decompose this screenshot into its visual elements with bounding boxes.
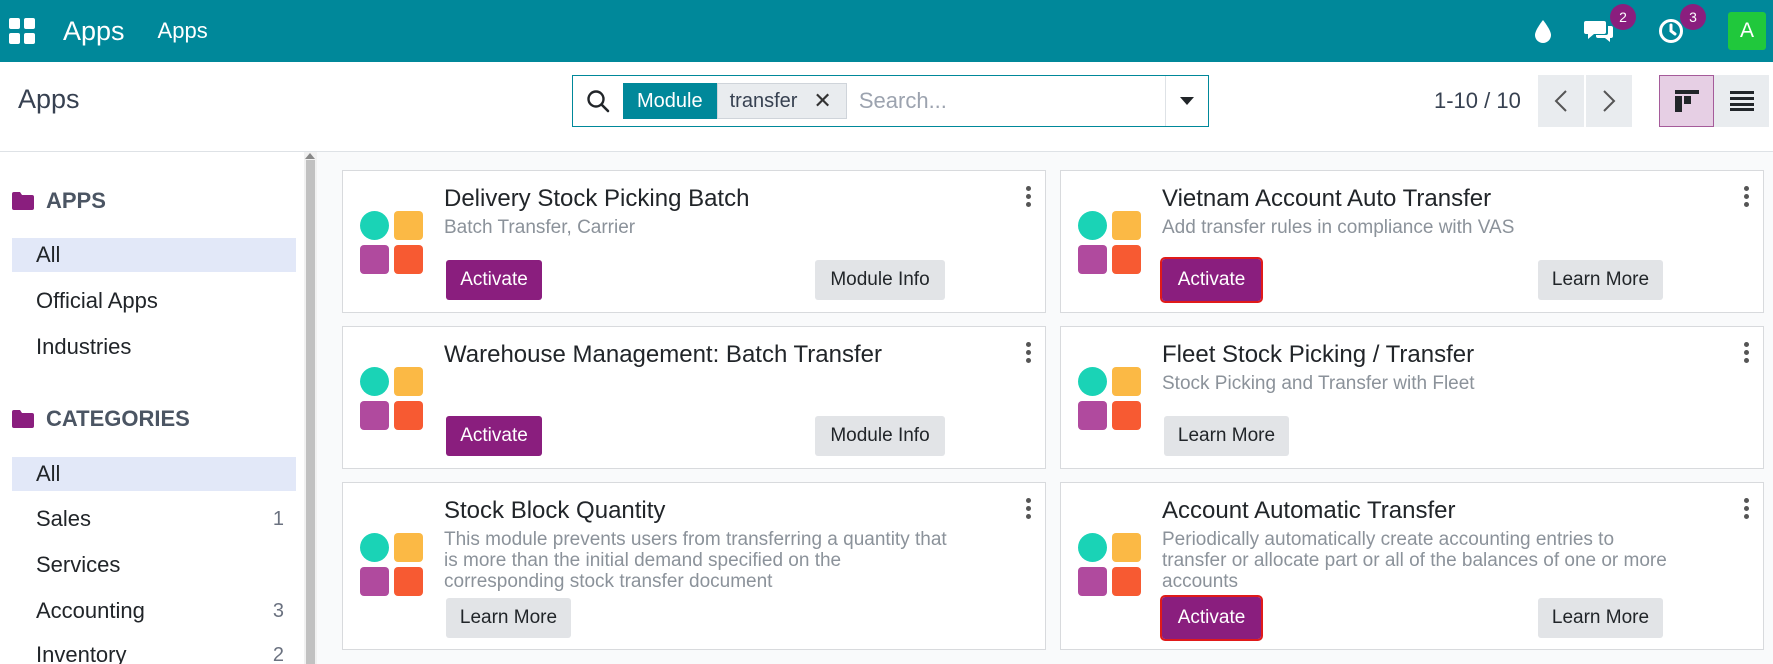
kebab-menu-icon[interactable] [1026, 186, 1032, 210]
module-info-button[interactable]: Module Info [815, 260, 945, 300]
category-count: 1 [272, 507, 284, 530]
apps-header-label: APPS [46, 188, 106, 213]
app-logo [1078, 533, 1144, 599]
app-card: Stock Block Quantity This module prevent… [342, 482, 1046, 650]
list-view-button[interactable] [1714, 75, 1769, 127]
category-label: Sales [36, 506, 92, 531]
water-drop-icon[interactable] [1534, 19, 1552, 43]
sidebar-item-all-apps[interactable]: All [12, 238, 296, 272]
sidebar-item-category-all[interactable]: All [12, 457, 296, 491]
learn-more-button[interactable]: Learn More [1164, 416, 1289, 456]
learn-more-button[interactable]: Learn More [1538, 260, 1663, 300]
folder-icon [12, 192, 34, 210]
navbar-menu-apps[interactable]: Apps [158, 18, 208, 44]
activate-button[interactable]: Activate [1160, 595, 1263, 641]
sidebar-item-category-inventory[interactable]: Inventory 2 [12, 638, 296, 664]
category-count: 2 [272, 643, 284, 664]
learn-more-button[interactable]: Learn More [446, 598, 571, 638]
sidebar: APPS All Official Apps Industries CATEGO… [0, 152, 307, 664]
categories-section-header: CATEGORIES [12, 406, 190, 432]
activities-clock-icon[interactable]: 3 [1658, 4, 1706, 44]
page-title: Apps [18, 84, 80, 114]
activate-button[interactable]: Activate [446, 416, 542, 456]
kebab-menu-icon[interactable] [1744, 186, 1750, 210]
navbar-brand[interactable]: Apps [63, 16, 125, 47]
sidebar-item-industries[interactable]: Industries [12, 330, 296, 364]
category-label: Accounting [36, 598, 145, 623]
app-summary: Periodically automatically create accoun… [1162, 529, 1667, 592]
app-logo [1078, 367, 1144, 433]
app-summary: Batch Transfer, Carrier [444, 217, 636, 238]
app-logo [360, 533, 426, 599]
app-title: Delivery Stock Picking Batch [444, 185, 750, 212]
app-title: Vietnam Account Auto Transfer [1162, 185, 1492, 212]
kebab-menu-icon[interactable] [1026, 498, 1032, 522]
app-card: Delivery Stock Picking Batch Batch Trans… [342, 170, 1046, 313]
list-icon [1729, 91, 1754, 111]
app-summary: Add transfer rules in compliance with VA… [1162, 217, 1515, 238]
app-title: Warehouse Management: Batch Transfer [444, 341, 882, 368]
category-label: All [36, 461, 61, 486]
sidebar-item-category-accounting[interactable]: Accounting 3 [12, 594, 296, 628]
app-card: Warehouse Management: Batch Transfer Act… [342, 326, 1046, 469]
top-navbar: Apps Apps 2 3 A [0, 0, 1773, 62]
app-card: Fleet Stock Picking / Transfer Stock Pic… [1060, 326, 1764, 469]
activities-count-badge: 3 [1680, 4, 1706, 30]
messages-count-badge: 2 [1610, 4, 1636, 30]
app-logo [360, 211, 426, 277]
search-icon[interactable] [573, 76, 623, 126]
close-icon[interactable]: ✕ [813, 88, 831, 114]
app-summary: Stock Picking and Transfer with Fleet [1162, 373, 1475, 394]
search-bar[interactable]: Module transfer ✕ [572, 75, 1209, 127]
pager-next-button[interactable] [1586, 75, 1632, 127]
app-title: Account Automatic Transfer [1162, 497, 1456, 524]
learn-more-button[interactable]: Learn More [1538, 598, 1663, 638]
app-title: Fleet Stock Picking / Transfer [1162, 341, 1475, 368]
kanban-view-button[interactable] [1659, 75, 1714, 127]
app-title: Stock Block Quantity [444, 497, 666, 524]
app-grid-icon[interactable] [9, 17, 37, 45]
search-facet: Module transfer ✕ [623, 83, 847, 119]
app-card: Account Automatic Transfer Periodically … [1060, 482, 1764, 650]
app-logo [360, 367, 426, 433]
sidebar-item-category-sales[interactable]: Sales 1 [12, 502, 296, 536]
scroll-up-arrow-icon[interactable] [305, 153, 315, 159]
search-input[interactable] [858, 88, 1159, 114]
categories-header-label: CATEGORIES [46, 406, 190, 431]
kanban-icon [1674, 90, 1699, 112]
activate-button[interactable]: Activate [1160, 257, 1263, 303]
app-summary: This module prevents users from transfer… [444, 529, 947, 592]
kebab-menu-icon[interactable] [1744, 498, 1750, 522]
app-card: Vietnam Account Auto Transfer Add transf… [1060, 170, 1764, 313]
sidebar-scrollbar-thumb[interactable] [306, 160, 315, 664]
facet-label: Module [623, 83, 717, 119]
pager-previous-button[interactable] [1538, 75, 1584, 127]
category-label: Services [36, 552, 121, 577]
control-panel: Apps Module transfer ✕ 1-10 / 10 [0, 62, 1773, 152]
user-avatar[interactable]: A [1728, 12, 1766, 50]
app-logo [1078, 211, 1144, 277]
chevron-down-icon[interactable] [1165, 76, 1208, 126]
kebab-menu-icon[interactable] [1744, 342, 1750, 366]
folder-icon [12, 410, 34, 428]
category-label: Inventory [36, 642, 127, 664]
apps-section-header: APPS [12, 188, 106, 214]
sidebar-item-official-apps[interactable]: Official Apps [12, 284, 296, 318]
pager-value[interactable]: 1-10 / 10 [1434, 88, 1521, 114]
messages-icon[interactable]: 2 [1584, 4, 1636, 44]
activate-button[interactable]: Activate [446, 260, 542, 300]
facet-value: transfer [729, 89, 798, 112]
facet-value-box: transfer ✕ [716, 83, 847, 119]
sidebar-item-category-services[interactable]: Services [12, 548, 296, 582]
module-info-button[interactable]: Module Info [815, 416, 945, 456]
kebab-menu-icon[interactable] [1026, 342, 1032, 366]
category-count: 3 [272, 599, 284, 622]
